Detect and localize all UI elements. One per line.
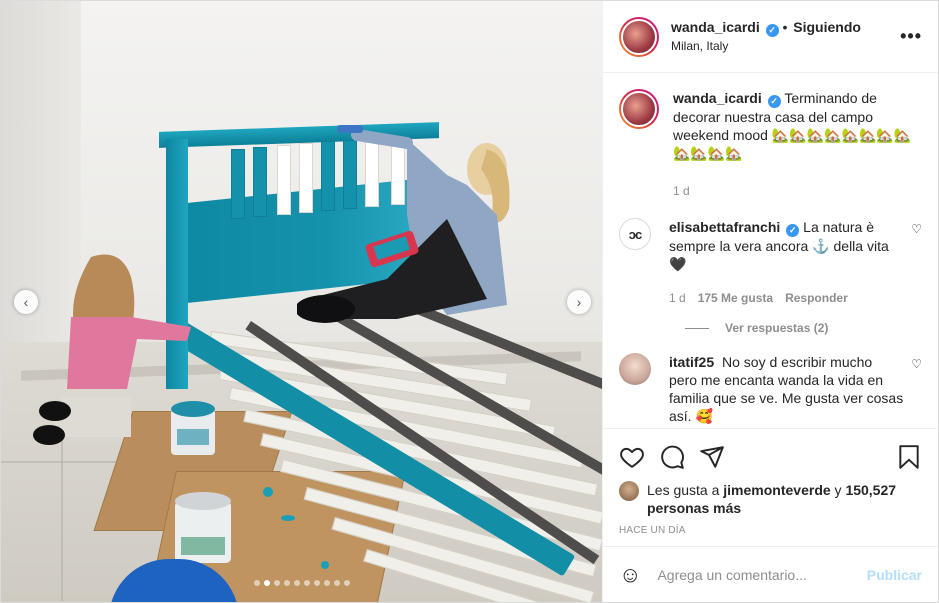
carousel-dot — [253, 580, 260, 586]
girl-figure — [33, 254, 191, 445]
view-replies-label: Ver respuestas (2) — [725, 321, 829, 335]
post-side-panel: wanda_icardi ✓ • Siguiendo Milan, Italy … — [602, 1, 938, 602]
separator: • — [782, 19, 788, 35]
emoji-icon: ☺ — [619, 561, 642, 587]
paint-can — [175, 492, 231, 563]
heart-outline-icon: ♡ — [911, 222, 922, 236]
chevron-right-icon: › — [576, 294, 582, 310]
bookmark-icon — [899, 445, 919, 469]
carousel-dot — [343, 580, 350, 586]
chevron-left-icon: ‹ — [23, 294, 29, 310]
likes-prefix: Les gusta a — [647, 482, 720, 498]
comment-likes[interactable]: 175 Me gusta — [698, 289, 773, 307]
commenter-avatar[interactable] — [619, 353, 651, 385]
headboard-bar — [231, 149, 245, 219]
comment-meta: 1 d 175 Me gusta Responder — [669, 289, 903, 307]
comment-username[interactable]: elisabettafranchi — [669, 219, 780, 235]
caption-meta: 1 d — [673, 182, 922, 200]
caption-avatar[interactable] — [619, 89, 659, 129]
liker-avatar[interactable] — [619, 481, 639, 501]
comment-input[interactable] — [657, 566, 867, 583]
comment-item: itatif25 No soy d escribir mucho pero me… — [619, 353, 922, 425]
view-replies-button[interactable]: Ver respuestas (2) — [685, 321, 922, 335]
comment-like-button[interactable]: ♡ — [911, 222, 922, 307]
heart-icon — [620, 447, 644, 468]
headboard-bar — [277, 145, 291, 215]
likes-connector: y — [834, 482, 842, 498]
carousel-dot — [283, 580, 290, 586]
replies-line — [685, 327, 709, 329]
action-bar — [619, 437, 922, 477]
reply-button[interactable]: Responder — [785, 289, 848, 307]
paint-splash — [263, 487, 273, 497]
carousel-next-button[interactable]: › — [567, 290, 591, 314]
woman-figure — [297, 125, 510, 323]
carousel-dot — [263, 580, 270, 586]
likes-summary: Les gusta a jimemonteverde y 150,527 per… — [619, 481, 922, 517]
brand-logo-icon: ɔc — [628, 226, 643, 242]
comment-icon — [661, 445, 684, 469]
author-username[interactable]: wanda_icardi — [671, 19, 760, 35]
caption: wanda_icardi ✓ Terminando de decorar nues… — [619, 89, 922, 200]
paint-splash — [281, 515, 295, 521]
post-actions-section: Les gusta a jimemonteverde y 150,527 per… — [603, 428, 938, 546]
post-media[interactable]: ‹ › — [1, 1, 602, 602]
follow-status-button[interactable]: Siguiendo — [793, 19, 861, 35]
verified-icon: ✓ — [786, 224, 800, 237]
more-horizontal-icon: ••• — [900, 26, 922, 46]
headboard-bar — [253, 147, 267, 217]
comment-item: ɔc elisabettafranchi ✓ La natura è sempre… — [619, 218, 922, 307]
carousel-indicator — [1, 580, 602, 586]
verified-icon: ✓ — [765, 24, 779, 37]
author-info: wanda_icardi ✓ • Siguiendo Milan, Italy — [671, 18, 900, 55]
commenter-avatar[interactable]: ɔc — [619, 218, 651, 250]
share-button[interactable] — [699, 437, 739, 477]
post-modal: ‹ › wanda_icardi ✓ • Siguiendo Milan, It… — [0, 0, 939, 603]
like-button[interactable] — [619, 437, 659, 477]
comment-like-button[interactable]: ♡ — [911, 357, 922, 425]
liker-username[interactable]: jimemonteverde — [723, 482, 830, 498]
paint-splash — [321, 561, 329, 569]
posted-time[interactable]: HACE UN DÍA — [619, 525, 922, 536]
post-location[interactable]: Milan, Italy — [671, 37, 900, 55]
share-icon — [700, 446, 724, 468]
caption-time[interactable]: 1 d — [673, 182, 690, 200]
carousel-dot — [293, 580, 300, 586]
post-header: wanda_icardi ✓ • Siguiendo Milan, Italy … — [603, 1, 938, 73]
carousel-dot — [333, 580, 340, 586]
carousel-dot — [313, 580, 320, 586]
comment-username[interactable]: itatif25 — [669, 354, 714, 370]
carousel-dot — [273, 580, 280, 586]
verified-icon: ✓ — [767, 95, 781, 108]
publish-button[interactable]: Publicar — [867, 567, 922, 583]
author-avatar[interactable] — [619, 16, 659, 57]
paint-can — [171, 401, 215, 455]
add-comment-bar: ☺ Publicar — [603, 546, 938, 602]
comment-button[interactable] — [659, 437, 699, 477]
heart-outline-icon: ♡ — [911, 357, 922, 371]
comments-list: wanda_icardi ✓ Terminando de decorar nues… — [603, 73, 938, 428]
more-options-button[interactable]: ••• — [900, 26, 922, 47]
carousel-prev-button[interactable]: ‹ — [14, 290, 38, 314]
emoji-button[interactable]: ☺ — [619, 562, 641, 588]
save-button[interactable] — [882, 437, 922, 477]
caption-username[interactable]: wanda_icardi — [673, 90, 762, 106]
carousel-dot — [303, 580, 310, 586]
comment-time[interactable]: 1 d — [669, 289, 686, 307]
carousel-dot — [323, 580, 330, 586]
